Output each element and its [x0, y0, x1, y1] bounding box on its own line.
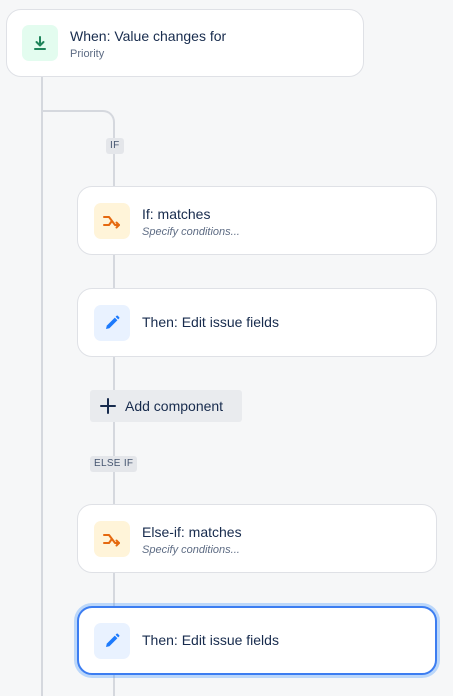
if-branch-tag: IF [106, 138, 124, 154]
else-if-condition-title: Else-if: matches [142, 524, 242, 540]
if-condition-subtitle: Specify conditions... [142, 226, 240, 238]
else-if-condition-icon-box [94, 521, 130, 557]
if-condition-card[interactable]: If: matches Specify conditions... [77, 186, 437, 255]
else-if-condition-card[interactable]: Else-if: matches Specify conditions... [77, 504, 437, 573]
trigger-title: When: Value changes for [70, 28, 227, 44]
else-if-action-text: Then: Edit issue fields [142, 632, 279, 648]
branch-icon [103, 216, 120, 229]
else-if-action-title: Then: Edit issue fields [142, 632, 279, 648]
trigger-icon-box [22, 25, 58, 61]
trigger-card[interactable]: When: Value changes for Priority [6, 9, 364, 77]
if-action-text: Then: Edit issue fields [142, 314, 279, 330]
if-action-title: Then: Edit issue fields [142, 314, 279, 330]
else-if-action-icon-box [94, 623, 130, 659]
trigger-text: When: Value changes for Priority [70, 28, 226, 60]
main-connector-line [41, 76, 43, 696]
if-action-card[interactable]: Then: Edit issue fields [77, 288, 437, 357]
else-if-branch-tag: ELSE IF [90, 456, 138, 472]
download-arrow-icon [34, 36, 46, 50]
if-action-icon-box [94, 305, 130, 341]
if-condition-icon-box [94, 203, 130, 239]
plus-icon [100, 398, 116, 414]
pencil-icon [106, 633, 120, 647]
trigger-subtitle: Priority [70, 48, 105, 60]
else-if-action-card[interactable]: Then: Edit issue fields [77, 606, 437, 675]
if-condition-text: If: matches Specify conditions... [142, 206, 240, 238]
else-if-condition-text: Else-if: matches Specify conditions... [142, 524, 242, 556]
rule-builder-canvas: When: Value changes for Priority IF If: … [0, 0, 453, 696]
add-component-button[interactable]: Add component [90, 390, 242, 422]
branch-icon [103, 534, 120, 547]
if-condition-title: If: matches [142, 206, 211, 222]
branch-connector-curve [42, 110, 115, 136]
else-if-condition-subtitle: Specify conditions... [142, 544, 240, 556]
pencil-icon [106, 315, 120, 329]
add-component-label: Add component [125, 398, 224, 414]
